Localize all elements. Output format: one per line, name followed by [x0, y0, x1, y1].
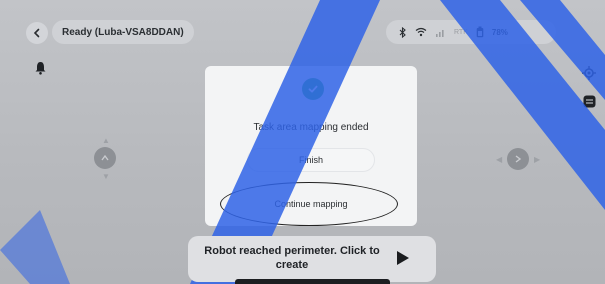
- crosshair-icon: [582, 66, 596, 80]
- device-status-label[interactable]: Ready (Luba-VSA8DDAN): [52, 20, 194, 44]
- joystick-right-left-arrow: ◀: [496, 155, 503, 164]
- dialog-title: Task area mapping ended: [253, 122, 369, 133]
- locate-button[interactable]: [580, 64, 598, 82]
- battery-icon: [476, 26, 484, 38]
- play-icon[interactable]: [396, 250, 410, 266]
- back-button[interactable]: [26, 22, 48, 44]
- bell-icon: [35, 62, 45, 75]
- toast-message: Robot reached perimeter. Click to create: [204, 245, 380, 271]
- joystick-left-down-arrow: ▼: [102, 172, 110, 181]
- chevron-left-icon: [33, 28, 40, 38]
- notification-bell-button[interactable]: [30, 58, 50, 78]
- joystick-icon: [515, 155, 522, 163]
- joystick-right-right-arrow: ▶: [534, 155, 541, 164]
- joystick-icon: [101, 154, 109, 161]
- layers-button[interactable]: [580, 92, 598, 110]
- bluetooth-icon: [398, 26, 407, 38]
- check-circle-icon: [302, 78, 324, 100]
- cellular-icon: [435, 27, 446, 37]
- rtk-indicator: RTK: [454, 28, 468, 36]
- joystick-left[interactable]: [94, 147, 116, 169]
- layers-icon: [583, 95, 595, 107]
- joystick-right[interactable]: [507, 148, 529, 170]
- battery-level: 78%: [491, 27, 508, 37]
- status-indicators: RTK 78%: [386, 20, 556, 44]
- joystick-left-up-arrow: ▲: [102, 136, 110, 145]
- bottom-handle-bar: [235, 279, 390, 284]
- finish-button[interactable]: Finish: [247, 148, 375, 172]
- wifi-icon: [415, 27, 427, 37]
- annotation-highlight-oval: [220, 182, 398, 226]
